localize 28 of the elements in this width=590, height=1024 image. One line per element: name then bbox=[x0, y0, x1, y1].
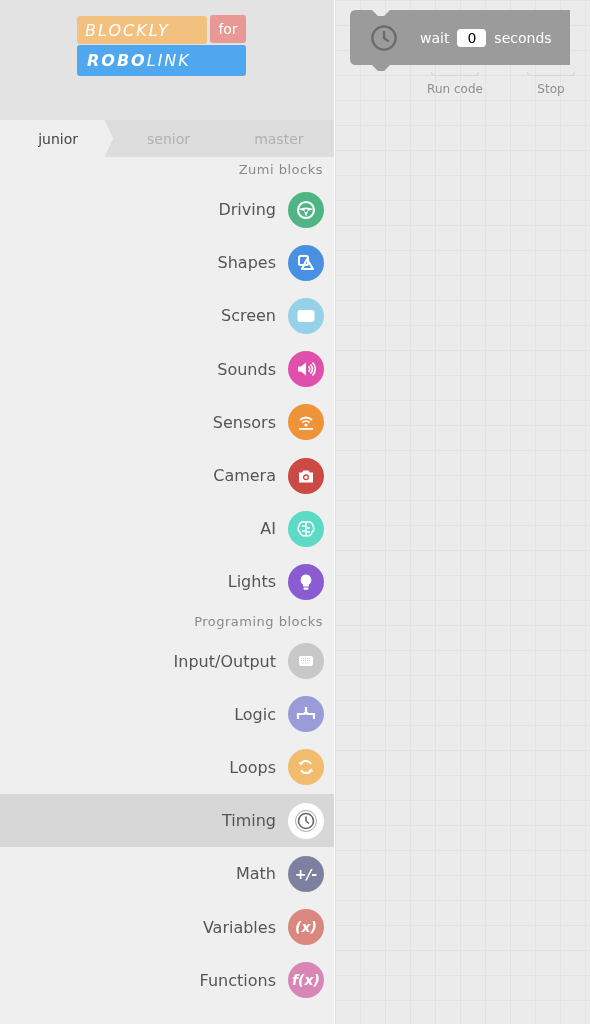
block-label: seconds bbox=[494, 29, 552, 46]
category-item[interactable]: Math +/- bbox=[0, 847, 334, 901]
level-tab[interactable]: junior bbox=[3, 120, 114, 157]
category-item[interactable]: Sounds bbox=[0, 342, 334, 396]
category-item[interactable]: Driving bbox=[0, 183, 334, 237]
category-item[interactable]: Timing bbox=[0, 794, 334, 848]
logo-drawing: BLOCKLY for ROBOLINK bbox=[77, 14, 245, 82]
button-label: Stop bbox=[537, 82, 565, 96]
category-item[interactable]: Screen bbox=[0, 289, 334, 343]
clock-icon bbox=[370, 23, 398, 52]
category-item[interactable]: Functions f(x) bbox=[0, 953, 334, 1007]
category-item[interactable]: Input/Output bbox=[0, 634, 334, 688]
section-heading: Zumi blocks bbox=[238, 162, 323, 177]
wait-block[interactable]: wait 0 seconds bbox=[350, 10, 570, 72]
category-item[interactable]: Camera bbox=[0, 448, 334, 503]
category-item[interactable]: AI bbox=[0, 502, 334, 556]
category-item[interactable]: Variables (x) bbox=[0, 900, 334, 954]
category-item[interactable]: Loops bbox=[0, 740, 334, 795]
category-icon: +/- bbox=[288, 855, 324, 892]
category-item[interactable]: Shapes bbox=[0, 236, 334, 290]
category-icon: f(x) bbox=[288, 962, 324, 999]
category-item[interactable]: Lights bbox=[0, 555, 334, 609]
category-item[interactable]: Logic bbox=[0, 687, 334, 741]
category-item[interactable]: Sensors bbox=[0, 395, 334, 449]
button-label: Run code bbox=[427, 82, 483, 96]
block-label: wait bbox=[420, 29, 450, 46]
category-icon: (x) bbox=[288, 909, 324, 946]
section-heading: Programing blocks bbox=[194, 613, 323, 629]
